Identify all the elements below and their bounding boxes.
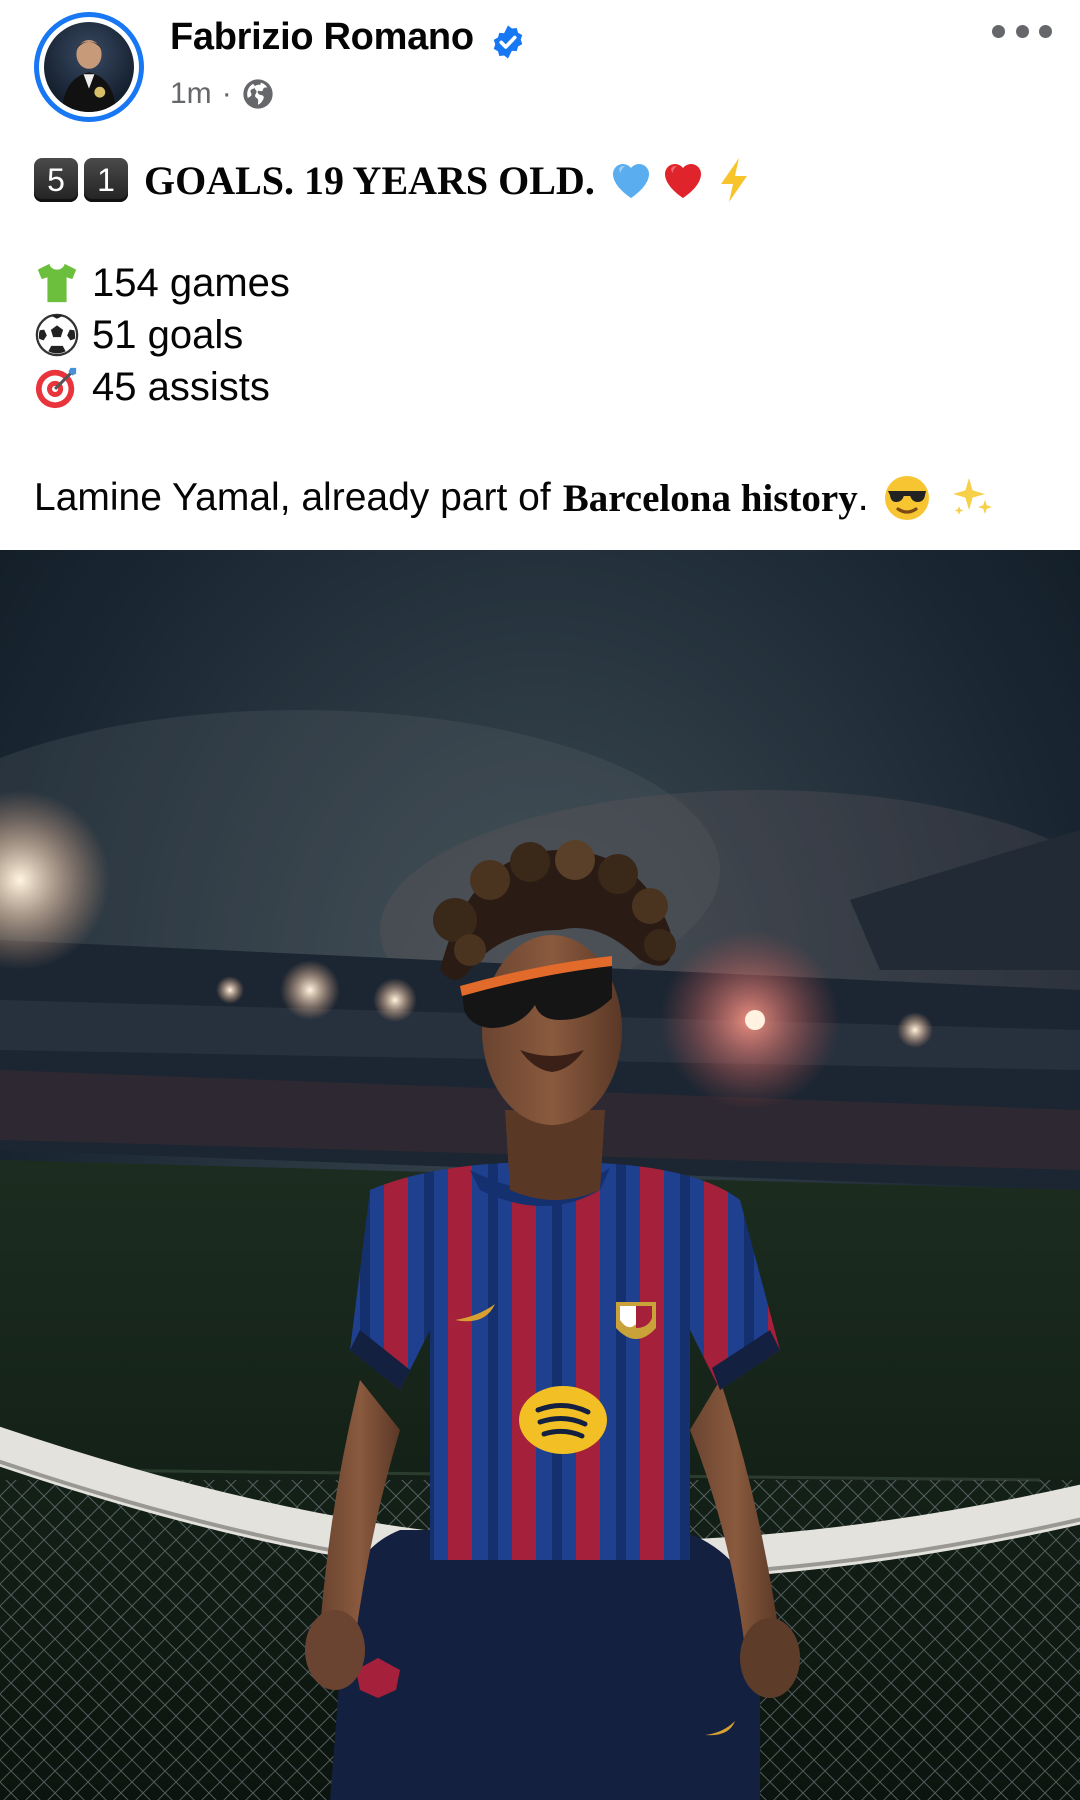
dot bbox=[1015, 24, 1029, 38]
closing-line: Lamine Yamal, already part of Barcelona … bbox=[34, 468, 1001, 528]
target-icon bbox=[34, 364, 80, 410]
sparkles-icon bbox=[949, 474, 997, 522]
avatar-photo bbox=[44, 22, 134, 112]
more-options-icon[interactable] bbox=[992, 16, 1052, 46]
closing-text: Lamine Yamal, already part of bbox=[34, 476, 551, 519]
dot bbox=[1039, 24, 1052, 38]
keycap-digit: 1 bbox=[84, 158, 128, 202]
blue-heart-icon bbox=[607, 156, 655, 204]
closing-period: . bbox=[857, 476, 869, 519]
lightning-icon bbox=[711, 156, 759, 204]
red-heart-icon bbox=[659, 156, 707, 204]
stat-goals: 51 goals bbox=[34, 310, 243, 360]
soccer-ball-icon bbox=[34, 312, 80, 358]
headline-text: GOALS. 19 YEARS OLD. bbox=[144, 157, 595, 203]
headline: 5 1 GOALS. 19 YEARS OLD. bbox=[34, 150, 763, 210]
globe-icon[interactable] bbox=[242, 78, 274, 110]
post-meta: 1m · bbox=[170, 74, 274, 114]
dot bbox=[992, 24, 1005, 38]
verified-badge-icon bbox=[493, 25, 523, 59]
post-image[interactable] bbox=[0, 550, 1080, 1800]
stat-games: 154 games bbox=[34, 258, 290, 308]
post-header: Fabrizio Romano 1m · bbox=[0, 0, 1080, 130]
tshirt-icon bbox=[34, 260, 80, 306]
sunglasses-face-icon bbox=[883, 474, 931, 522]
stat-text: 154 games bbox=[92, 260, 290, 305]
avatar[interactable] bbox=[34, 12, 144, 122]
stat-text: 45 assists bbox=[92, 364, 270, 409]
stat-text: 51 goals bbox=[92, 312, 244, 357]
stat-assists: 45 assists bbox=[34, 362, 270, 412]
keycap-digit: 5 bbox=[34, 158, 78, 202]
meta-separator: · bbox=[221, 77, 232, 110]
author-name[interactable]: Fabrizio Romano bbox=[170, 16, 474, 59]
closing-bold-text: Barcelona history bbox=[562, 476, 858, 520]
timestamp[interactable]: 1m bbox=[170, 77, 212, 111]
